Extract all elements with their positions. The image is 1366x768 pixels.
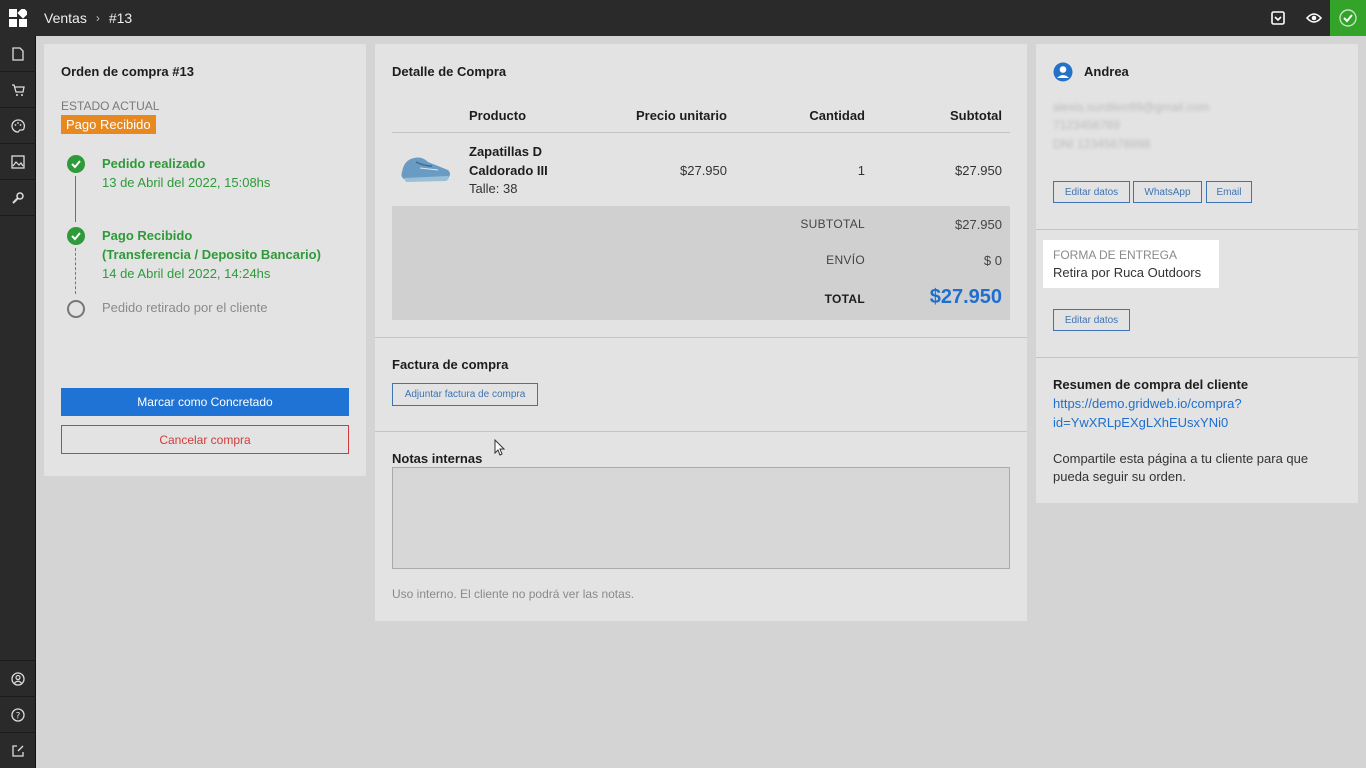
product-name-line2: Caldorado III [469, 163, 548, 178]
step-pago-recibido: Pago Recibido [102, 228, 193, 243]
product-price: $27.950 [680, 163, 727, 178]
entrega-value: Retira por Ruca Outdoors [1053, 265, 1202, 280]
col-producto: Producto [469, 108, 527, 123]
breadcrumb-order: #13 [108, 10, 133, 26]
sidebar: ? [0, 36, 36, 768]
resumen-description: Compartile esta página a tu cliente para… [1053, 450, 1308, 486]
resumen-text-line2: pueda seguir su orden. [1053, 469, 1186, 484]
wrench-icon[interactable] [0, 180, 36, 216]
whatsapp-button[interactable]: WhatsApp [1133, 181, 1202, 203]
svg-text:?: ? [16, 711, 21, 721]
col-subtotal: Subtotal [950, 108, 1002, 123]
marcar-concretado-button[interactable]: Marcar como Concretado [61, 388, 349, 416]
customer-name: Andrea [1084, 64, 1129, 79]
customer-phone: 7123456789 [1053, 118, 1120, 132]
col-cantidad: Cantidad [809, 108, 865, 123]
resumen-link-line1[interactable]: https://demo.gridweb.io/compra? [1053, 394, 1242, 413]
timeline-line [75, 176, 76, 222]
col-precio: Precio unitario [635, 108, 727, 123]
breadcrumb: Ventas › #13 [44, 0, 132, 36]
pending-circle-icon [67, 300, 85, 318]
envio-label: ENVÍO [826, 253, 865, 267]
breadcrumb-ventas[interactable]: Ventas [44, 10, 87, 26]
product-name-line1: Zapatillas D [469, 144, 542, 159]
status-badge: Pago Recibido [61, 115, 156, 134]
section-divider [1036, 229, 1358, 230]
entrega-label: FORMA DE ENTREGA [1053, 248, 1178, 262]
estado-label: ESTADO ACTUAL [61, 99, 160, 113]
top-bar: Ventas › #13 [0, 0, 1366, 36]
product-thumbnail [398, 148, 454, 193]
confirm-check-button[interactable] [1330, 0, 1366, 36]
step-date: 14 de Abril del 2022, 14:24hs [102, 266, 271, 281]
user-avatar-icon [1053, 62, 1073, 87]
total-value: $27.950 [929, 286, 1002, 308]
product-qty: 1 [857, 163, 865, 178]
resumen-link-line2[interactable]: id=YwXRLpEXgLXhEUsxYNi0 [1053, 413, 1242, 432]
purchase-detail-panel: Detalle de Compra Producto Precio unitar… [375, 44, 1027, 621]
notas-title: Notas internas [392, 451, 483, 466]
step-pago-metodo: (Transferencia / Deposito Bancario) [102, 247, 321, 262]
section-divider [375, 431, 1027, 432]
factura-title: Factura de compra [392, 357, 509, 372]
subtotal-value: $27.950 [955, 217, 1002, 232]
resumen-title: Resumen de compra del cliente [1053, 377, 1249, 392]
adjuntar-factura-button[interactable]: Adjuntar factura de compra [392, 383, 538, 406]
user-account-icon[interactable] [0, 660, 36, 696]
mouse-cursor-icon [494, 438, 506, 462]
help-icon[interactable]: ? [0, 696, 36, 732]
chevron-right-icon: › [95, 11, 100, 25]
order-title: Orden de compra #13 [61, 64, 194, 79]
notas-textarea[interactable] [392, 467, 1010, 569]
product-variant: Talle: 38 [469, 181, 518, 196]
palette-icon[interactable] [0, 108, 36, 144]
table-header-divider [392, 132, 1010, 133]
customer-panel: Andrea alexis.surdileo99@gmail.com 71234… [1036, 44, 1358, 503]
external-edit-icon[interactable] [0, 732, 36, 768]
subtotal-label: SUBTOTAL [800, 217, 865, 231]
envio-value: $ 0 [983, 253, 1002, 268]
check-circle-icon [67, 227, 85, 250]
step-pedido-retirado: Pedido retirado por el cliente [102, 300, 268, 315]
section-divider [1036, 357, 1358, 358]
product-name-block[interactable]: Zapatillas D Caldorado III [469, 142, 548, 180]
forma-entrega-box: FORMA DE ENTREGA Retira por Ruca Outdoor… [1043, 240, 1219, 288]
step-date: 13 de Abril del 2022, 15:08hs [102, 175, 271, 190]
archive-icon[interactable] [1260, 0, 1296, 36]
eye-icon[interactable] [1296, 0, 1332, 36]
cancelar-compra-button[interactable]: Cancelar compra [61, 425, 349, 454]
document-icon[interactable] [0, 36, 36, 72]
timeline-line-dashed [75, 248, 76, 294]
image-icon[interactable] [0, 144, 36, 180]
order-status-panel: Orden de compra #13 ESTADO ACTUAL Pago R… [44, 44, 366, 476]
resumen-text-line1: Compartile esta página a tu cliente para… [1053, 451, 1309, 466]
totals-area: SUBTOTAL $27.950 ENVÍO $ 0 TOTAL $27.950 [392, 206, 1010, 320]
section-divider [375, 337, 1027, 338]
customer-dni: DNI 12345678998 [1053, 137, 1151, 151]
step-pedido-realizado: Pedido realizado [102, 156, 206, 171]
check-circle-icon [67, 155, 85, 178]
product-subtotal: $27.950 [955, 163, 1002, 178]
notas-hint: Uso interno. El cliente no podrá ver las… [392, 587, 635, 601]
email-button[interactable]: Email [1206, 181, 1252, 203]
editar-datos-button[interactable]: Editar datos [1053, 181, 1130, 203]
editar-entrega-button[interactable]: Editar datos [1053, 309, 1130, 331]
dashboard-logo-icon[interactable] [0, 0, 36, 36]
customer-email: alexis.surdileo99@gmail.com [1053, 100, 1210, 114]
resumen-link[interactable]: https://demo.gridweb.io/compra? id=YwXRL… [1053, 394, 1242, 432]
total-label: TOTAL [824, 292, 865, 306]
cart-icon[interactable] [0, 72, 36, 108]
detail-title: Detalle de Compra [392, 64, 507, 79]
